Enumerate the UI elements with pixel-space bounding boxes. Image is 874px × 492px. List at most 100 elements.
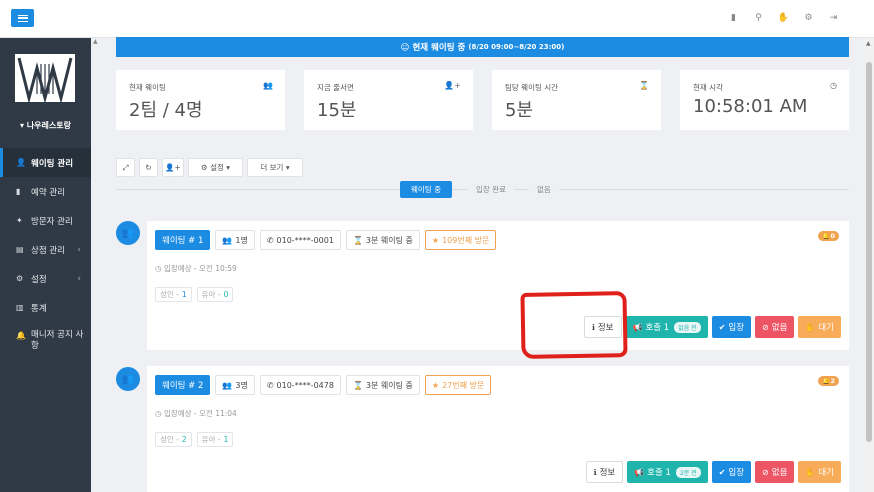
group-avatar: 👥 (116, 221, 140, 245)
sidebar-item-visitors[interactable]: ✦ 방문자 관리 (0, 206, 91, 235)
phone-number: ✆ 010-****-0001 (259, 230, 341, 250)
megaphone-icon: 📢 (632, 322, 643, 332)
check-icon: ✔ (718, 467, 726, 477)
sidebar-item-notice[interactable]: 🔔 매니저 공지 사항 (0, 322, 91, 362)
gear-icon[interactable]: ⚙ (804, 12, 813, 23)
adult-count: 성인 -1 (155, 287, 192, 302)
users-icon: 👥 (121, 227, 135, 239)
book-icon[interactable]: ▮ (729, 12, 738, 23)
star-icon: ★ (431, 235, 440, 245)
clock-icon: ◷ (830, 81, 837, 90)
sidebar-nav: 👤 웨이팅 관리 ▮ 예약 관리 ✦ 방문자 관리 ▤ 상점 관리 ‹ ⚙ 설정 ‹ ▥ 통계 … (0, 148, 91, 362)
chart-icon: ▥ (16, 303, 24, 312)
megaphone-icon: 📢 (634, 467, 645, 477)
waiting-status-banner: ☺ 현재 웨이팅 중 (8/20 09:00~8/20 23:00) (116, 37, 849, 57)
chevron-left-icon: ‹ (77, 244, 81, 255)
gear-icon: ⚙ (200, 163, 208, 172)
ban-icon: ⊘ (762, 467, 769, 477)
hourglass-icon: ⌛ (352, 380, 363, 390)
waiting-card: 웨이팅 # 2 👥 3명 ✆ 010-****-0478 ⌛ 3분 웨이팅 중 ★ 27… (147, 366, 849, 492)
sidebar-item-stats[interactable]: ▥ 통계 (0, 293, 91, 322)
logo (15, 54, 75, 102)
card-header: 웨이팅 # 1 👥 1명 ✆ 010-****-0001 ⌛ 3분 웨이팅 중 ★ 10… (155, 230, 497, 250)
user-plus-icon: 👤+ (165, 163, 181, 172)
waiting-number-badge: 웨이팅 # 1 (155, 230, 211, 250)
store-selector[interactable]: ▾ 나우레스토랑 (0, 120, 91, 131)
sidebar-item-reservation[interactable]: ▮ 예약 관리 (0, 177, 91, 206)
visitor-icon: ✦ (16, 216, 23, 225)
hold-button[interactable]: ✋ 대기 (798, 316, 841, 338)
call-count-badge: 🔔 0 (818, 231, 839, 241)
party-breakdown: 성인 -1 유아 -0 (155, 287, 234, 302)
refresh-icon: ↻ (145, 163, 152, 172)
bookmark-icon: ▮ (16, 187, 21, 196)
info-icon: ℹ (593, 467, 597, 477)
enter-button[interactable]: ✔ 입장 (711, 461, 752, 483)
expected-entry: ◷ 입장예상 - 오전 10:59 (155, 264, 237, 273)
users-icon: 👥 (222, 235, 233, 245)
sign-out-icon[interactable]: ⇥ (829, 12, 838, 23)
group-avatar: 👥 (116, 367, 140, 391)
settings-dropdown[interactable]: ⚙ 설정 ▾ (188, 158, 243, 177)
add-waiting-button[interactable]: 👤+ (162, 158, 184, 177)
check-icon: ✔ (718, 322, 726, 332)
stat-expected-wait: 지금 줄서면 👤+ 15분 (304, 70, 473, 130)
star-icon: ★ (431, 380, 440, 390)
visit-count: ★ 109번째 방문 (424, 230, 497, 250)
map-marker-icon[interactable]: ⚲ (754, 12, 763, 23)
users-icon: 👥 (121, 373, 135, 385)
store-icon: ▤ (16, 245, 24, 254)
scrollbar-thumb[interactable] (866, 62, 872, 442)
hand-icon[interactable]: ✋ (778, 12, 789, 23)
user-plus-icon: 👤+ (444, 81, 461, 90)
expand-icon: ⤢ (122, 162, 129, 172)
refresh-button[interactable]: ↻ (139, 158, 158, 177)
expand-button[interactable]: ⤢ (116, 158, 135, 177)
users-icon: 👥 (222, 380, 233, 390)
no-show-button[interactable]: ⊘ 없음 (755, 316, 795, 338)
waiting-number-badge: 웨이팅 # 2 (155, 375, 211, 395)
hamburger-menu-button[interactable] (11, 9, 34, 27)
phone-icon: ✆ (266, 235, 274, 245)
hand-icon: ✋ (805, 467, 816, 477)
gear-icon: ⚙ (16, 274, 24, 283)
card-header: 웨이팅 # 2 👥 3명 ✆ 010-****-0478 ⌛ 3분 웨이팅 중 ★ 27… (155, 375, 492, 395)
waiting-time: ⌛ 3분 웨이팅 중 (345, 375, 420, 395)
phone-icon: ✆ (266, 380, 274, 390)
scroll-up-icon: ▲ (866, 40, 871, 47)
sidebar-item-store[interactable]: ▤ 상점 관리 ‹ (0, 235, 91, 264)
tab-entered[interactable]: 입장 완료 (468, 181, 514, 198)
visit-count: ★ 27번째 방문 (424, 375, 492, 395)
sidebar-item-settings[interactable]: ⚙ 설정 ‹ (0, 264, 91, 293)
top-icon-group: ▮ ⚲ ✋ ⚙ ⇥ (729, 12, 838, 23)
stat-time-per-team: 팀당 웨이팅 시간 ⌛ 5분 (492, 70, 661, 130)
tab-none[interactable]: 없음 (529, 181, 559, 198)
sidebar-item-waiting[interactable]: 👤 웨이팅 관리 (0, 148, 91, 177)
tab-waiting[interactable]: 웨이팅 중 (400, 181, 452, 198)
sidebar: ▾ 나우레스토랑 👤 웨이팅 관리 ▮ 예약 관리 ✦ 방문자 관리 ▤ 상점 관리 ‹ … (0, 38, 91, 492)
enter-button[interactable]: ✔ 입장 (711, 316, 752, 338)
top-bar: ▮ ⚲ ✋ ⚙ ⇥ (0, 0, 874, 38)
chevron-left-icon: ‹ (77, 273, 81, 284)
toolbar: ⤢ ↻ 👤+ ⚙ 설정 ▾ 더 보기 ▾ (116, 158, 303, 178)
call-button[interactable]: 📢 호출 1 2분 전 (627, 461, 708, 483)
hamburger-icon (17, 14, 28, 22)
no-show-button[interactable]: ⊘ 없음 (755, 461, 795, 483)
hold-button[interactable]: ✋ 대기 (798, 461, 841, 483)
scrollbar[interactable]: ▲ (864, 38, 874, 492)
call-button[interactable]: 📢 호출 1 없음 전 (625, 316, 708, 338)
more-dropdown[interactable]: 더 보기 ▾ (247, 158, 303, 177)
phone-number: ✆ 010-****-0478 (259, 375, 341, 395)
person-icon: 👤 (16, 158, 26, 167)
party-breakdown: 성인 -2 유아 -1 (155, 432, 234, 447)
child-count: 유아 -0 (196, 287, 234, 302)
hourglass-icon: ⌛ (352, 235, 363, 245)
party-size: 👥 3명 (215, 375, 255, 395)
hourglass-icon: ⌛ (639, 81, 649, 90)
card-actions: ℹ 정보 📢 호출 1 2분 전 ✔ 입장 ⊘ 없음 ✋ 대기 (585, 461, 841, 483)
adult-count: 성인 -2 (155, 432, 192, 447)
users-icon: 👥 (263, 81, 273, 90)
call-count-badge: 🔔 2 (818, 376, 839, 386)
child-count: 유아 -1 (196, 432, 234, 447)
info-button[interactable]: ℹ 정보 (585, 461, 624, 483)
